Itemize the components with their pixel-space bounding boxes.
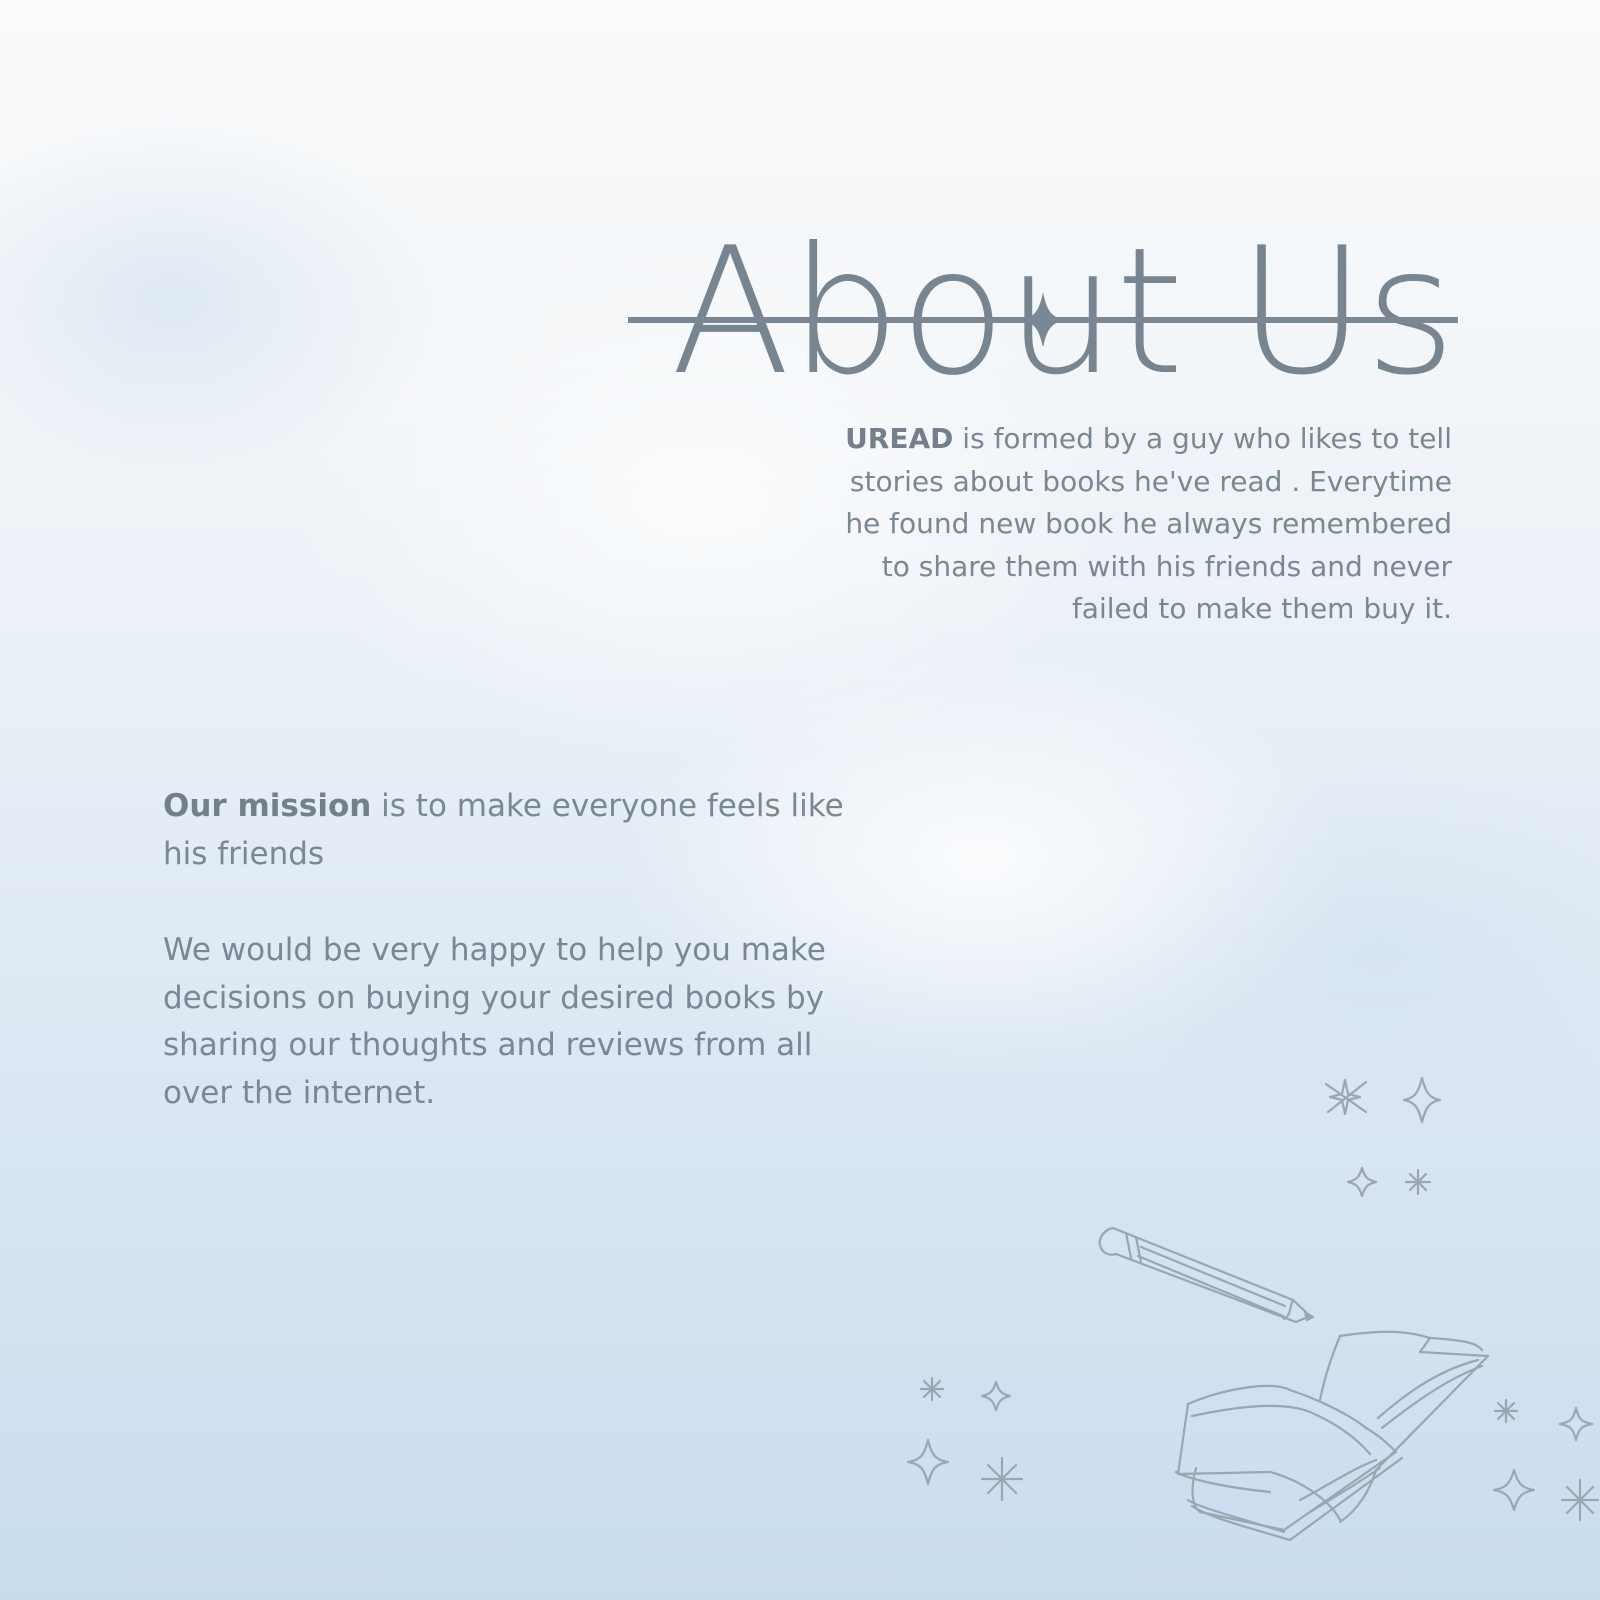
intro-paragraph: UREAD is formed by a guy who likes to te… bbox=[820, 418, 1452, 631]
brand-name: UREAD bbox=[845, 422, 954, 455]
sparkle-icon bbox=[906, 1076, 1600, 1522]
mission-lead: Our mission bbox=[163, 788, 372, 824]
pencil-icon bbox=[1098, 1226, 1315, 1324]
title-divider bbox=[628, 292, 1458, 346]
open-book-icon bbox=[1174, 1330, 1490, 1542]
help-paragraph: We would be very happy to help you make … bbox=[163, 932, 826, 1111]
divider-ornament-icon bbox=[1021, 292, 1065, 346]
mission-paragraph: Our mission is to make everyone feels li… bbox=[163, 783, 863, 878]
book-and-pencil-illustration bbox=[906, 1076, 1600, 1542]
